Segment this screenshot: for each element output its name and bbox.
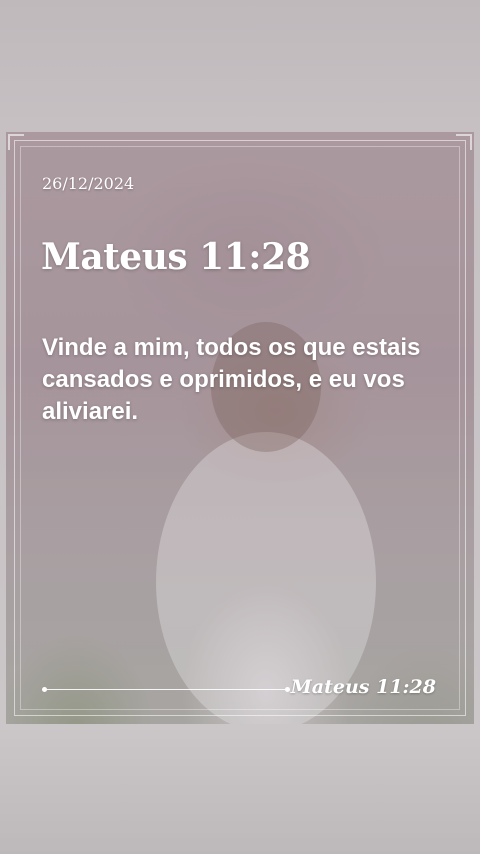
corner-ornament-icon — [8, 134, 24, 150]
verse-text: Vinde a mim, todos os que estais cansado… — [42, 334, 421, 425]
verse-date: 26/12/2024 — [42, 174, 135, 193]
verse-reference: Mateus 11:28 — [290, 676, 436, 698]
verse-title: Mateus 11:28 — [41, 236, 311, 278]
card-frame-inner — [20, 146, 460, 710]
story-screen: 26/12/2024 Mateus 11:28 Vinde a mim, tod… — [0, 0, 480, 854]
verse-card: 26/12/2024 Mateus 11:28 Vinde a mim, tod… — [6, 132, 474, 724]
reference-divider — [42, 687, 290, 692]
corner-ornament-icon — [456, 134, 472, 150]
